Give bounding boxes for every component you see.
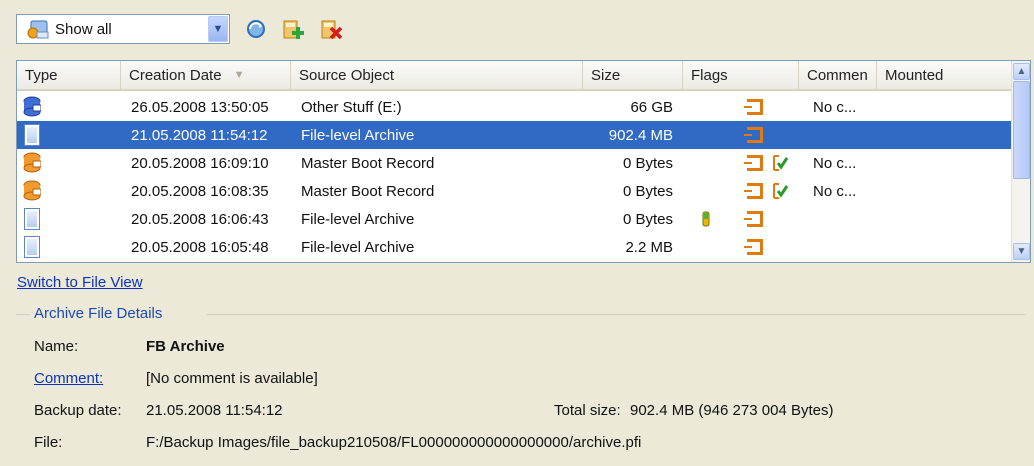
scroll-up-button[interactable]: ▲ <box>1013 63 1030 80</box>
creation-date-cell: 20.05.2008 16:05:48 <box>131 238 269 256</box>
size-cell: 0 Bytes <box>622 182 673 200</box>
table-row[interactable]: 20.05.2008 16:08:35 Master Boot Record 0 B… <box>17 177 1011 205</box>
flags-cell <box>683 93 799 121</box>
flags-cell <box>683 121 799 149</box>
creation-date-cell: 20.05.2008 16:06:43 <box>131 210 269 228</box>
filter-icon <box>25 18 51 40</box>
size-cell: 0 Bytes <box>622 154 673 172</box>
mbr-archive-icon <box>21 150 45 176</box>
flags-cell <box>683 205 799 233</box>
file-archive-icon <box>21 234 45 260</box>
file-label: File: <box>34 434 63 451</box>
refresh-icon[interactable] <box>244 17 268 41</box>
type-cell <box>17 149 121 177</box>
source-object-cell: Other Stuff (E:) <box>301 98 402 116</box>
column-type[interactable]: Type <box>17 61 121 89</box>
list-rows: 26.05.2008 13:50:05 Other Stuff (E:) 66 GB… <box>17 93 1011 261</box>
column-flags[interactable]: Flags <box>683 61 799 89</box>
size-cell: 902.4 MB <box>608 126 673 144</box>
list-header: Type Creation Date ▼ Source Object Size F… <box>17 61 1030 91</box>
scroll-down-button[interactable]: ▼ <box>1013 243 1030 260</box>
size-cell: 0 Bytes <box>622 210 673 228</box>
flags-cell <box>683 149 799 177</box>
switch-to-file-view-link[interactable]: Switch to File View <box>17 274 143 291</box>
detail-file-row: File: F:/Backup Images/file_backup210508… <box>34 434 641 451</box>
size-cell: 2.2 MB <box>625 238 673 256</box>
creation-date-cell: 26.05.2008 13:50:05 <box>131 98 269 116</box>
name-label: Name: <box>34 338 79 355</box>
details-title: Archive File Details <box>34 305 163 322</box>
toolbar: Show all ▼ <box>16 12 1026 46</box>
comment-cell: No c... <box>813 98 857 116</box>
partition-archive-icon <box>21 94 45 120</box>
table-row[interactable]: 26.05.2008 13:50:05 Other Stuff (E:) 66 GB… <box>17 93 1011 121</box>
type-cell <box>17 121 121 149</box>
table-row[interactable]: 21.05.2008 11:54:12 File-level Archive 902… <box>17 121 1011 149</box>
group-border-right <box>206 314 1026 315</box>
delete-archive-icon[interactable] <box>320 17 344 41</box>
vertical-scrollbar[interactable]: ▲ ▼ <box>1011 61 1030 262</box>
total-size-value: 902.4 MB (946 273 004 Bytes) <box>630 402 834 419</box>
filter-dropdown[interactable]: Show all ▼ <box>16 14 230 44</box>
table-row[interactable]: 20.05.2008 16:06:43 File-level Archive 0 B… <box>17 205 1011 233</box>
file-archive-icon <box>21 122 45 148</box>
creation-date-cell: 20.05.2008 16:09:10 <box>131 154 269 172</box>
archive-list[interactable]: Type Creation Date ▼ Source Object Size F… <box>16 60 1031 263</box>
column-size[interactable]: Size <box>583 61 683 89</box>
source-object-cell: File-level Archive <box>301 238 415 256</box>
flags-cell <box>683 233 799 261</box>
backup-date-label: Backup date: <box>34 402 122 419</box>
file-value: F:/Backup Images/file_backup210508/FL000… <box>146 434 642 451</box>
backup-date-value: 21.05.2008 11:54:12 <box>146 402 283 419</box>
table-row[interactable]: 20.05.2008 16:09:10 Master Boot Record 0 B… <box>17 149 1011 177</box>
source-object-cell: Master Boot Record <box>301 154 435 172</box>
column-type-label: Type <box>25 66 58 84</box>
comment-cell: No c... <box>813 182 857 200</box>
chevron-down-icon[interactable]: ▼ <box>208 16 228 42</box>
column-source-object[interactable]: Source Object <box>291 61 583 89</box>
total-size-label: Total size: <box>554 402 621 419</box>
comment-link[interactable]: Comment: <box>34 370 103 387</box>
sort-descending-icon: ▼ <box>233 69 245 81</box>
source-object-cell: File-level Archive <box>301 210 415 228</box>
group-border-left <box>16 314 30 315</box>
source-object-cell: Master Boot Record <box>301 182 435 200</box>
source-object-cell: File-level Archive <box>301 126 415 144</box>
column-comment[interactable]: Commen <box>799 61 877 89</box>
type-cell <box>17 205 121 233</box>
column-creation-date-label: Creation Date <box>129 66 222 84</box>
column-mounted-label: Mounted <box>885 66 944 84</box>
comment-value: [No comment is available] <box>146 370 318 387</box>
detail-backup-date-row: Backup date: 21.05.2008 11:54:12 Total s… <box>34 402 1034 419</box>
mbr-archive-icon <box>21 178 45 204</box>
type-cell <box>17 93 121 121</box>
creation-date-cell: 20.05.2008 16:08:35 <box>131 182 269 200</box>
filter-value: Show all <box>55 20 112 38</box>
detail-comment-row: Comment: [No comment is available] <box>34 370 318 387</box>
detail-name-row: Name: FB Archive <box>34 338 225 355</box>
size-cell: 66 GB <box>630 98 673 116</box>
scrollbar-thumb[interactable] <box>1013 81 1030 179</box>
type-cell <box>17 233 121 261</box>
column-comment-label: Commen <box>807 66 868 84</box>
archive-details-panel: Archive File Details Name: FB Archive Co… <box>16 304 1031 464</box>
column-flags-label: Flags <box>691 66 728 84</box>
creation-date-cell: 21.05.2008 11:54:12 <box>131 126 268 144</box>
comment-cell: No c... <box>813 154 857 172</box>
column-source-object-label: Source Object <box>299 66 395 84</box>
name-value: FB Archive <box>146 338 225 355</box>
column-creation-date[interactable]: Creation Date ▼ <box>121 61 291 89</box>
add-archive-icon[interactable] <box>282 17 306 41</box>
type-cell <box>17 177 121 205</box>
file-archive-icon <box>21 206 45 232</box>
column-mounted[interactable]: Mounted <box>877 61 1011 89</box>
column-size-label: Size <box>591 66 621 84</box>
table-row[interactable]: 20.05.2008 16:05:48 File-level Archive 2.2… <box>17 233 1011 261</box>
flags-cell <box>683 177 799 205</box>
